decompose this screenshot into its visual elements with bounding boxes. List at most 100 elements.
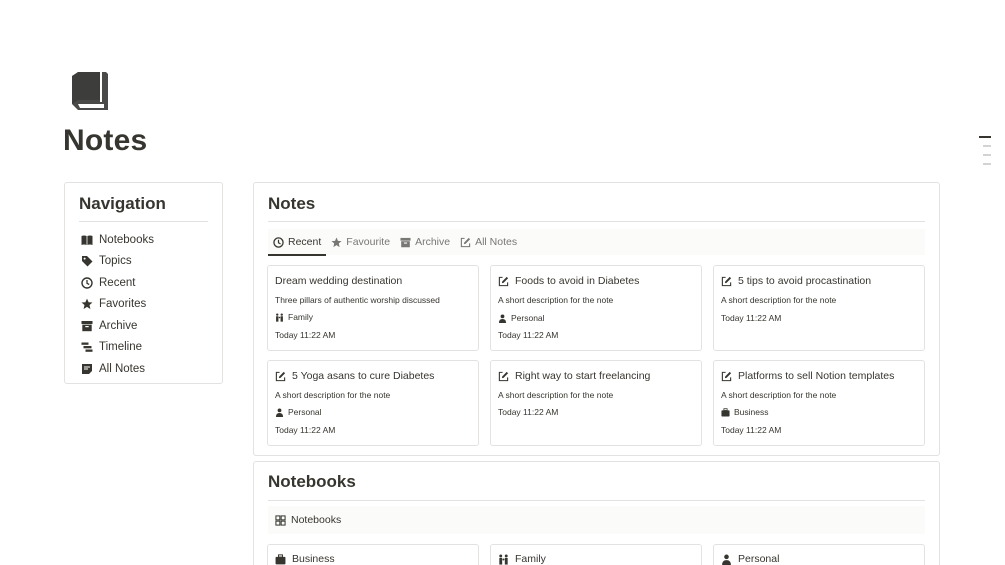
table-of-contents[interactable] xyxy=(979,136,991,172)
notebook-card-business[interactable]: Business xyxy=(267,544,479,565)
notebook-label: Personal xyxy=(738,553,780,565)
tab-label: All Notes xyxy=(475,236,518,248)
edit-icon xyxy=(721,371,732,382)
divider xyxy=(268,221,925,222)
nav-item-recent[interactable]: Recent xyxy=(81,272,154,294)
nav-item-label: Archive xyxy=(99,319,138,332)
edit-icon xyxy=(721,276,732,287)
notebooks-title: Notebooks xyxy=(268,472,356,491)
note-title: 5 Yoga asans to cure Diabetes xyxy=(275,370,434,382)
tab-label: Recent xyxy=(288,236,322,248)
person-icon xyxy=(275,407,284,417)
note-title-text: Platforms to sell Notion templates xyxy=(738,370,895,382)
briefcase-icon xyxy=(275,553,286,565)
edit-icon xyxy=(460,237,471,248)
family-icon xyxy=(275,312,284,322)
tab-label: Archive xyxy=(415,236,451,248)
note-tag: Personal xyxy=(498,313,545,323)
note-timestamp: Today 11:22 AM xyxy=(275,330,336,340)
tab-favourite[interactable]: Favourite xyxy=(326,229,395,255)
timeline-icon xyxy=(81,341,93,353)
note-description: A short description for the note xyxy=(275,390,391,400)
nav-item-label: Favorites xyxy=(99,298,147,311)
note-description: A short description for the note xyxy=(721,295,837,305)
edit-icon xyxy=(498,371,509,382)
nav-item-label: Recent xyxy=(99,276,136,289)
note-tag-label: Business xyxy=(734,407,769,417)
note-card[interactable]: 5 tips to avoid procastination A short d… xyxy=(713,265,925,351)
person-icon xyxy=(498,313,507,323)
note-card[interactable]: Dream wedding destination Three pillars … xyxy=(267,265,479,351)
note-description: A short description for the note xyxy=(498,390,614,400)
clock-icon xyxy=(273,236,284,248)
archive-icon xyxy=(400,237,411,248)
tab-label: Favourite xyxy=(346,236,391,248)
nav-item-label: Notebooks xyxy=(99,233,154,246)
note-timestamp: Today 11:22 AM xyxy=(498,407,559,417)
notebook-label: Business xyxy=(292,553,335,565)
note-timestamp: Today 11:22 AM xyxy=(721,313,782,323)
tab-archive[interactable]: Archive xyxy=(395,229,455,255)
view-label: Notebooks xyxy=(291,514,342,526)
star-icon xyxy=(331,237,342,248)
tab-recent[interactable]: Recent xyxy=(268,229,327,256)
nav-item-timeline[interactable]: Timeline xyxy=(81,337,154,359)
note-description: Three pillars of authentic worship discu… xyxy=(275,295,440,305)
edit-icon xyxy=(275,371,286,382)
notes-title: Notes xyxy=(268,194,316,213)
note-description: A short description for the note xyxy=(498,295,614,305)
note-title-text: Dream wedding destination xyxy=(275,275,403,287)
notebooks-view-tab[interactable]: Notebooks xyxy=(268,506,925,534)
book-open-icon xyxy=(81,234,93,246)
nav-item-all-notes[interactable]: All Notes xyxy=(81,358,154,380)
nav-item-favorites[interactable]: Favorites xyxy=(81,294,154,316)
nav-item-label: All Notes xyxy=(99,362,146,375)
notebook-label: Family xyxy=(515,553,546,565)
star-icon xyxy=(81,298,93,310)
note-timestamp: Today 11:22 AM xyxy=(721,425,782,435)
divider xyxy=(268,500,925,501)
note-card[interactable]: Foods to avoid in Diabetes A short descr… xyxy=(490,265,702,351)
note-icon xyxy=(81,363,93,375)
gallery-icon xyxy=(275,514,286,526)
note-title: Right way to start freelancing xyxy=(498,370,650,382)
note-title-text: Right way to start freelancing xyxy=(515,370,651,382)
note-tag-label: Personal xyxy=(288,407,322,417)
note-card[interactable]: 5 Yoga asans to cure Diabetes A short de… xyxy=(267,360,479,446)
notebook-card-family[interactable]: Family xyxy=(490,544,702,565)
note-timestamp: Today 11:22 AM xyxy=(498,330,559,340)
divider xyxy=(79,221,208,222)
note-title-text: 5 tips to avoid procastination xyxy=(738,275,872,287)
navigation-panel: Navigation Notebooks Topics Recent Favor… xyxy=(64,182,223,384)
nav-item-archive[interactable]: Archive xyxy=(81,315,154,337)
navigation-title: Navigation xyxy=(79,194,166,213)
nav-item-notebooks[interactable]: Notebooks xyxy=(81,229,154,251)
edit-icon xyxy=(498,276,509,287)
note-tag: Family xyxy=(275,312,313,322)
nav-item-label: Timeline xyxy=(99,341,143,354)
note-title: 5 tips to avoid procastination xyxy=(721,275,871,287)
notebooks-panel: Notebooks Notebooks Business Family Pers… xyxy=(253,461,940,565)
note-title-text: Foods to avoid in Diabetes xyxy=(515,275,640,287)
note-title: Dream wedding destination xyxy=(275,275,402,287)
person-icon xyxy=(721,554,732,565)
note-title-text: 5 Yoga asans to cure Diabetes xyxy=(292,370,435,382)
archive-icon xyxy=(81,320,93,332)
family-icon xyxy=(498,554,509,565)
note-title: Foods to avoid in Diabetes xyxy=(498,275,639,287)
note-tag-label: Personal xyxy=(511,313,545,323)
note-tag-label: Family xyxy=(288,312,314,322)
nav-item-topics[interactable]: Topics xyxy=(81,251,154,273)
tab-all-notes[interactable]: All Notes xyxy=(455,229,522,255)
briefcase-icon xyxy=(721,407,730,417)
notes-tabs: Recent Favourite Archive All Notes xyxy=(268,229,925,256)
notebook-icon xyxy=(70,70,110,112)
note-card[interactable]: Right way to start freelancing A short d… xyxy=(490,360,702,446)
notebook-card-personal[interactable]: Personal xyxy=(713,544,925,565)
notes-panel: Notes Recent Favourite Archive All Notes… xyxy=(253,182,940,456)
page-title: Notes xyxy=(63,124,148,157)
note-tag: Business xyxy=(721,407,769,417)
nav-item-label: Topics xyxy=(99,255,132,268)
note-tag: Personal xyxy=(275,407,322,417)
note-card[interactable]: Platforms to sell Notion templates A sho… xyxy=(713,360,925,446)
